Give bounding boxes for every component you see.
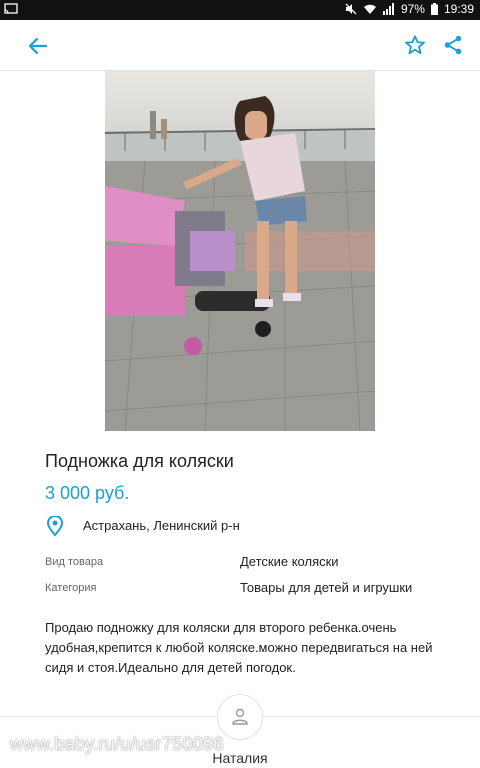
app-toolbar — [0, 20, 480, 71]
wifi-icon — [363, 4, 376, 14]
clock: 19:39 — [443, 2, 474, 16]
property-value-category: Товары для детей и игрушки — [240, 580, 413, 595]
cast-icon — [4, 3, 18, 14]
photo-gallery[interactable] — [0, 71, 480, 431]
listing-photo[interactable] — [105, 71, 375, 431]
listing-title: Подножка для коляски — [45, 451, 234, 471]
property-label-category: Категория — [45, 582, 97, 594]
status-bar: 97% 19:39 — [0, 0, 480, 20]
listing-price: 3 000 руб. — [45, 483, 130, 503]
listing-description: Продаю подножку для коляски для второго … — [45, 620, 433, 675]
signal-icon — [382, 3, 394, 15]
watermark: www.baby.ru/u/usr750096 — [10, 732, 224, 756]
battery-icon — [430, 3, 438, 15]
user-icon — [232, 708, 248, 725]
listing-location[interactable]: Астрахань, Ленинский р-н — [83, 518, 240, 533]
location-pin-icon — [46, 516, 64, 536]
mute-icon — [345, 3, 357, 15]
star-icon[interactable] — [404, 34, 426, 56]
battery-percent: 97% — [400, 2, 425, 16]
property-value-type: Детские коляски — [240, 554, 339, 569]
property-label-type: Вид товара — [45, 556, 104, 568]
watermark-text: www.baby.ru/u/usr750096 — [10, 733, 224, 754]
back-arrow-icon[interactable] — [26, 34, 50, 58]
share-icon[interactable] — [442, 34, 464, 56]
